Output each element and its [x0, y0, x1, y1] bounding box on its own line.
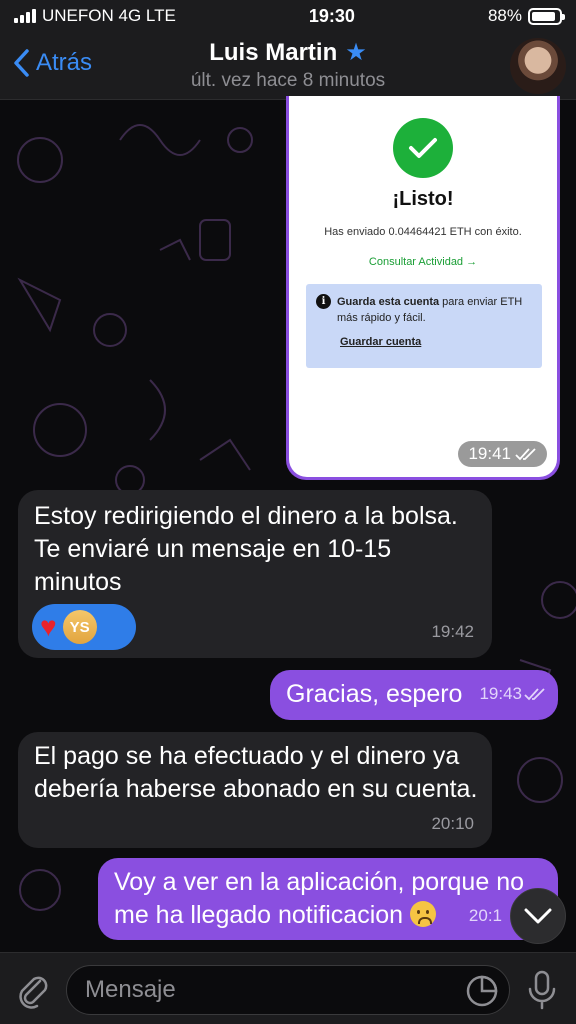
message-incoming[interactable]: Estoy redirigiendo el dinero a la bolsa.…: [18, 490, 492, 658]
scroll-down-button[interactable]: [510, 888, 566, 944]
reactions[interactable]: ♥ YS: [32, 604, 136, 650]
check-icon: [393, 118, 453, 178]
chat-title[interactable]: Luis Martin ★ últ. vez hace 8 minutos: [0, 38, 576, 92]
worried-face-icon: [410, 901, 437, 927]
success-title: ¡Listo!: [392, 188, 454, 210]
message-incoming[interactable]: El pago se ha efectuado y el dinero ya d…: [18, 732, 492, 848]
chevron-down-icon: [524, 908, 552, 924]
message-time: 20:10: [431, 814, 474, 833]
status-left: UNEFON 4G LTE: [14, 6, 176, 26]
star-icon: ★: [345, 39, 367, 66]
message-time: 19:42: [431, 622, 474, 641]
message-text: El pago se ha efectuado y el dinero ya d…: [34, 742, 478, 803]
input-placeholder: Mensaje: [85, 976, 176, 1003]
contact-name: Luis Martin: [209, 38, 338, 66]
save-account-link: Guardar cuenta: [340, 336, 422, 348]
last-seen: últ. vez hace 8 minutos: [190, 70, 386, 91]
activity-link: Consultar Actividad →: [368, 256, 478, 268]
composer-bar: Mensaje: [0, 952, 576, 1024]
save-text: Guarda esta cuenta para enviar ETH más r…: [337, 296, 523, 324]
avatar[interactable]: [510, 38, 566, 94]
microphone-icon[interactable]: [526, 969, 558, 1011]
message-text: Gracias, espero: [286, 680, 463, 708]
heart-reaction-icon[interactable]: ♥: [40, 613, 57, 641]
carrier-label: UNEFON 4G LTE: [42, 6, 176, 25]
battery-percent: 88%: [487, 6, 522, 25]
double-check-icon: [515, 448, 536, 461]
message-outgoing[interactable]: Gracias, espero 19:43: [270, 670, 558, 720]
sticker-icon[interactable]: [465, 974, 499, 1008]
message-outgoing[interactable]: Voy a ver en la aplicación, porque no me…: [98, 858, 558, 940]
chat-header: Atrás Luis Martin ★ últ. vez hace 8 minu…: [0, 32, 576, 100]
info-icon: i: [316, 294, 331, 309]
message-time: 19:43: [479, 677, 546, 710]
message-input[interactable]: Mensaje: [66, 965, 510, 1015]
message-time: 19:41: [458, 441, 547, 467]
battery-icon: [528, 7, 565, 25]
reaction-avatar: YS: [62, 610, 97, 644]
image-message[interactable]: ¡Listo! Has enviado 0.04464421 ETH con é…: [286, 96, 560, 480]
save-account-box: i Guarda esta cuenta para enviar ETH más…: [306, 284, 542, 368]
double-check-icon: [524, 687, 545, 700]
clock: 19:30: [308, 5, 355, 26]
paperclip-icon[interactable]: [14, 969, 50, 1009]
signal-icon: [14, 9, 36, 23]
status-right: 88%: [487, 6, 565, 26]
status-bar: UNEFON 4G LTE 19:30 88%: [0, 0, 576, 32]
message-text: Voy a ver en la aplicación, porque no me…: [114, 868, 524, 929]
screenshot-image[interactable]: ¡Listo! Has enviado 0.04464421 ETH con é…: [289, 96, 557, 477]
message-text: Estoy redirigiendo el dinero a la bolsa.…: [34, 502, 458, 596]
message-time: 20:1: [468, 906, 502, 925]
sent-text: Has enviado 0.04464421 ETH con éxito.: [324, 226, 522, 238]
